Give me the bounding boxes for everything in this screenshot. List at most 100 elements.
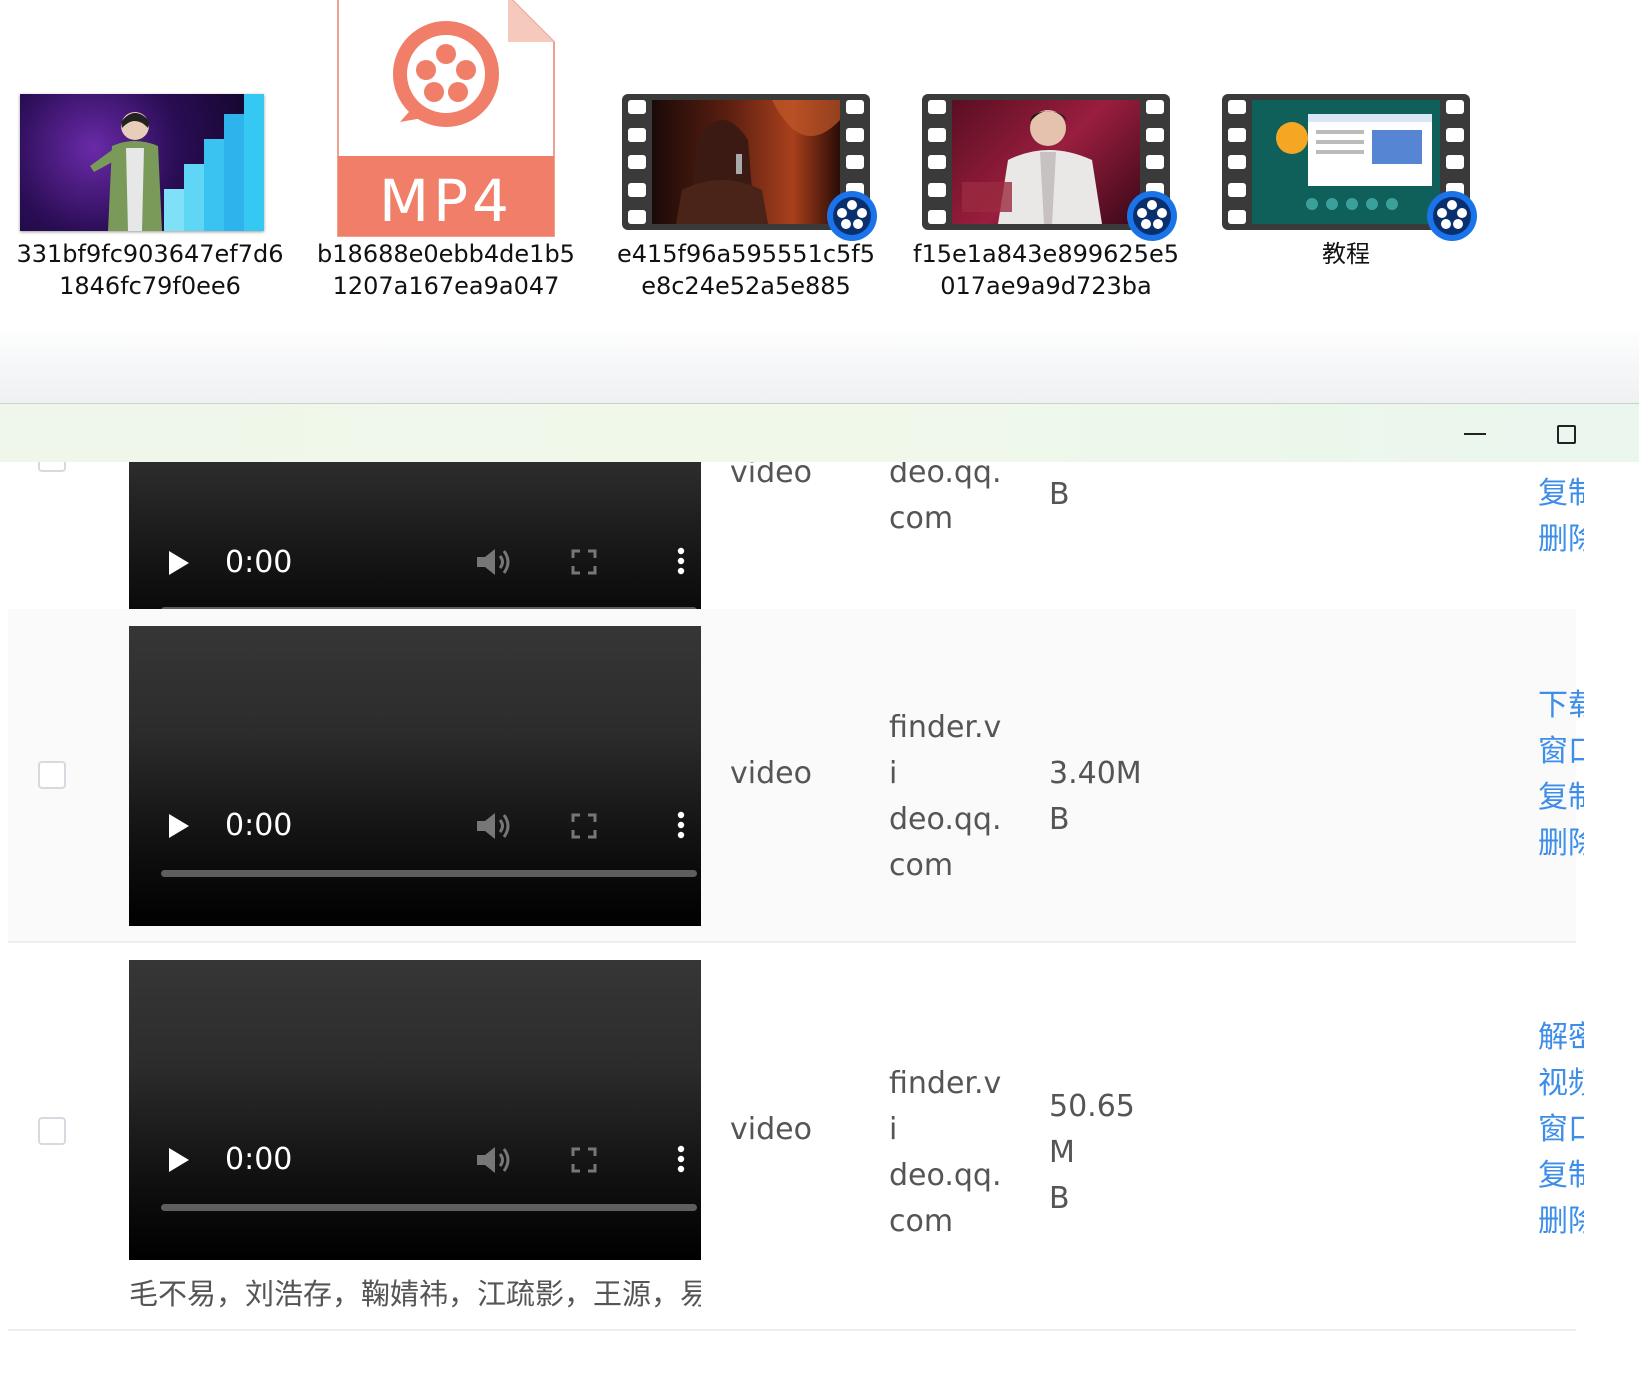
video-link[interactable]: 视频: [1538, 1061, 1584, 1107]
file-explorer-view: 331bf9fc903647ef7d6 1846fc79f0ee6 MP4 b1…: [0, 0, 1639, 405]
volume-icon[interactable]: [475, 547, 511, 577]
file-name-line: 017ae9a9d723ba: [940, 272, 1152, 300]
window-link[interactable]: 窗口: [1538, 1107, 1584, 1153]
host-cell: finder.vi deo.qq. com: [889, 705, 1009, 889]
player-time: 0:00: [225, 808, 293, 843]
copy-link[interactable]: 复制: [1538, 775, 1584, 821]
more-options-icon[interactable]: [677, 547, 685, 575]
row-checkbox[interactable]: [38, 1117, 66, 1145]
film-holes: [628, 100, 646, 224]
progress-bar[interactable]: [161, 1204, 697, 1211]
file-name: f15e1a843e899625e5 017ae9a9d723ba: [896, 238, 1196, 302]
file-name-line: f15e1a843e899625e5: [913, 240, 1179, 268]
fullscreen-icon[interactable]: [571, 813, 597, 839]
size-cell: 50.65M B: [1049, 1084, 1159, 1222]
minimize-button[interactable]: [1455, 416, 1495, 452]
delete-link[interactable]: 删除: [1538, 1199, 1584, 1245]
row-checkbox[interactable]: [38, 761, 66, 789]
player-app-badge-icon: [1127, 191, 1177, 241]
volume-icon[interactable]: [475, 811, 511, 841]
file-thumbnail: [0, 0, 300, 240]
window-titlebar[interactable]: [0, 404, 1639, 462]
file-name-line: e415f96a595551c5f5: [616, 240, 876, 268]
video-frame: [652, 100, 840, 224]
file-name-line: 教程: [1322, 240, 1370, 268]
download-link[interactable]: 下载: [1538, 683, 1584, 729]
minimize-icon: [1464, 433, 1486, 435]
performer-figure: [90, 112, 162, 231]
play-icon[interactable]: [169, 551, 189, 575]
host-line: deo.qq.: [889, 802, 1002, 837]
video-frame: [1252, 100, 1440, 224]
player-app-badge-icon: [1427, 191, 1477, 241]
maximize-icon: [1556, 424, 1576, 444]
host-line: deo.qq.: [889, 1158, 1002, 1193]
file-name: b18688e0ebb4de1b5 1207a167ea9a047: [296, 238, 596, 302]
file-name: 教程: [1196, 238, 1496, 270]
video-player[interactable]: 0:00: [129, 960, 701, 1260]
type-cell: video: [730, 756, 812, 791]
file-thumbnail: [896, 0, 1196, 241]
more-options-icon[interactable]: [677, 811, 685, 839]
fullscreen-icon[interactable]: [571, 549, 597, 575]
delete-link[interactable]: 删除: [1538, 821, 1584, 867]
host-line: com: [889, 848, 954, 883]
file-name: 331bf9fc903647ef7d6 1846fc79f0ee6: [0, 238, 300, 302]
window-link[interactable]: 窗口: [1538, 729, 1584, 775]
performer-figure: [962, 110, 1102, 224]
file-thumbnail: [1196, 0, 1496, 241]
file-thumbnail: MP4: [296, 0, 596, 240]
host-cell: finder.vi deo.qq. com: [889, 1061, 1009, 1245]
row-checkbox[interactable]: [38, 462, 66, 472]
file-name-line: 331bf9fc903647ef7d6: [16, 240, 284, 268]
size-line: B: [1049, 1181, 1070, 1216]
row-actions: 复制 删除: [1538, 471, 1584, 563]
table-row: 0:00 毛不易，刘浩存，鞠婧祎，江疏影，王源，易烊千玺 video finde…: [8, 945, 1584, 1331]
app-window: 0:00 video deo.qq. com B 复 删 0:00 video …: [0, 403, 1639, 1385]
size-line: B: [1049, 477, 1070, 512]
file-name-line: 1207a167ea9a047: [332, 272, 560, 300]
file-name-line: b18688e0ebb4de1b5: [317, 240, 575, 268]
video-thumbnail: [622, 94, 877, 241]
singer-figure: [676, 100, 840, 224]
host-line: finder.vi: [889, 710, 1002, 791]
size-line: 3.40MB: [1049, 756, 1142, 837]
image-thumbnail: [20, 94, 264, 231]
player-time: 0:00: [225, 1142, 293, 1177]
size-line: 50.65M: [1049, 1089, 1135, 1170]
mp4-label: MP4: [379, 167, 513, 235]
host-line: deo.qq.: [889, 462, 1002, 490]
fullscreen-icon[interactable]: [571, 1147, 597, 1173]
video-thumbnail: [1222, 94, 1477, 241]
screen-capture-graphic: [1276, 114, 1432, 210]
file-thumbnail: [596, 0, 896, 241]
volume-icon[interactable]: [475, 1145, 511, 1175]
more-options-icon[interactable]: [677, 1145, 685, 1173]
host-line: finder.vi: [889, 1066, 1002, 1147]
type-cell: video: [730, 462, 812, 490]
file-name-line: 1846fc79f0ee6: [59, 272, 241, 300]
video-frame: [952, 100, 1140, 224]
maximize-button[interactable]: [1546, 416, 1586, 452]
play-icon[interactable]: [169, 814, 189, 838]
row-actions: 解密 视频 窗口 复制 删除: [1538, 1015, 1584, 1245]
progress-bar[interactable]: [161, 870, 697, 877]
delete-link[interactable]: 删除: [1538, 517, 1584, 563]
file-name-line: e8c24e52a5e885: [641, 272, 851, 300]
video-thumbnail: [922, 94, 1177, 241]
decrypt-link[interactable]: 解密: [1538, 1015, 1584, 1061]
type-cell: video: [730, 1112, 812, 1147]
host-line: com: [889, 1204, 954, 1239]
size-cell: B: [1049, 472, 1159, 518]
player-time: 0:00: [225, 545, 293, 580]
film-holes: [928, 100, 946, 224]
file-name: e415f96a595551c5f5 e8c24e52a5e885: [596, 238, 896, 302]
host-line: com: [889, 501, 954, 536]
film-holes: [1228, 100, 1246, 224]
video-player[interactable]: 0:00: [129, 626, 701, 926]
copy-link[interactable]: 复制: [1538, 471, 1584, 517]
copy-link[interactable]: 复制: [1538, 1153, 1584, 1199]
player-app-badge-icon: [827, 191, 877, 241]
play-icon[interactable]: [169, 1148, 189, 1172]
resource-list: 0:00 video deo.qq. com B 复 删 0:00 video …: [0, 462, 1639, 1385]
